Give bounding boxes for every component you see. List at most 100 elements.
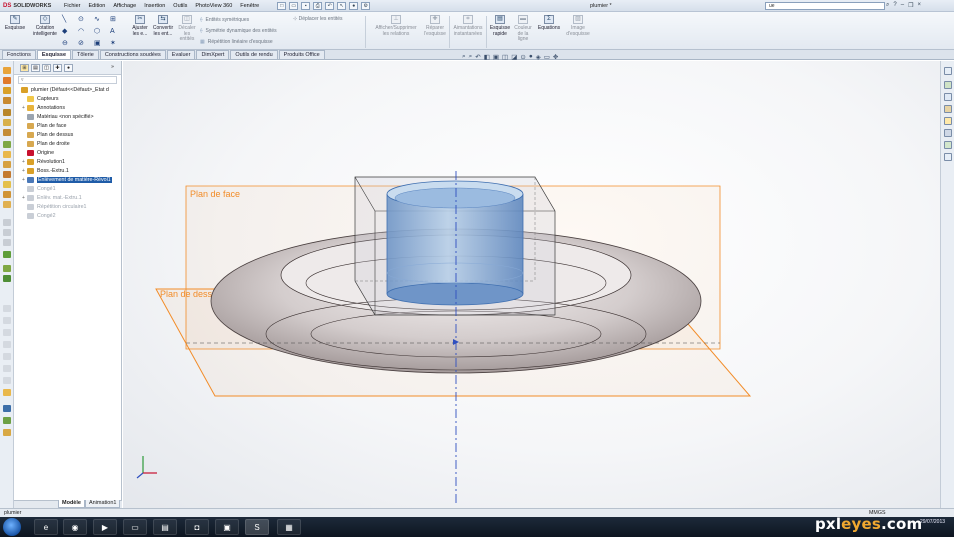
- appearances-icon[interactable]: [944, 117, 952, 125]
- text-icon[interactable]: A: [110, 27, 126, 36]
- cut-sweep-icon[interactable]: [3, 129, 11, 136]
- camera-icon[interactable]: ◘: [185, 519, 209, 535]
- model-view[interactable]: Plan de face Plan de dessus: [123, 61, 940, 508]
- surface-trim-icon[interactable]: [3, 377, 11, 384]
- config-icon[interactable]: ◫: [42, 64, 51, 72]
- tab-evaluer[interactable]: Evaluer: [166, 50, 196, 59]
- shell-icon[interactable]: [3, 191, 11, 198]
- point-icon[interactable]: ▣: [94, 39, 110, 48]
- hide-show-icon[interactable]: ⊙: [520, 53, 525, 61]
- tab-produits-office[interactable]: Produits Office: [278, 50, 325, 59]
- menu-insertion[interactable]: Insertion: [144, 3, 165, 9]
- search-icon[interactable]: ⌕: [886, 2, 889, 9]
- entites-symetriques[interactable]: ⟠ Entités symétriques: [200, 15, 277, 26]
- open-icon[interactable]: ▭: [289, 1, 299, 10]
- resources-icon[interactable]: [944, 67, 952, 75]
- close-icon[interactable]: ×: [917, 2, 921, 9]
- document-icon[interactable]: ▤: [153, 519, 177, 535]
- rebuild-icon[interactable]: ●: [349, 1, 359, 10]
- dimxpert-icon[interactable]: ✚: [53, 64, 62, 72]
- star-icon[interactable]: ✶: [110, 39, 126, 48]
- symetrie-dynamique[interactable]: ⟠ Symétrie dynamique des entités: [200, 26, 277, 37]
- tree-item[interactable]: + Boss.-Extru.1: [16, 166, 121, 175]
- pattern-icon[interactable]: [3, 161, 11, 168]
- spline-icon[interactable]: ∿: [94, 15, 110, 24]
- tree-item[interactable]: + Révolution1: [16, 157, 121, 166]
- couleur-ligne-button[interactable]: ▬ Couleur de la ligne: [512, 15, 534, 43]
- tree-item[interactable]: Répétition circulaire1: [16, 202, 121, 211]
- explorer-icon[interactable]: ▭: [123, 519, 147, 535]
- photo-app-icon[interactable]: ▣: [215, 519, 239, 535]
- menu-affichage[interactable]: Affichage: [113, 3, 136, 9]
- tab-fonctions[interactable]: Fonctions: [2, 50, 36, 59]
- save-icon[interactable]: ▪: [301, 1, 311, 10]
- section-icon[interactable]: ◧: [484, 53, 490, 61]
- tree-filter[interactable]: ▿: [18, 76, 117, 84]
- tab-dimxpert[interactable]: DimXpert: [196, 50, 230, 59]
- zoom-fit-icon[interactable]: ⌕: [462, 53, 466, 61]
- tree-item[interactable]: Plan de face: [16, 121, 121, 130]
- menu-photoview[interactable]: PhotoView 360: [195, 3, 232, 9]
- sweep-icon[interactable]: [3, 87, 11, 94]
- forum-icon[interactable]: [944, 141, 952, 149]
- section-view-icon[interactable]: [3, 405, 11, 412]
- deplacer-button[interactable]: ⊹ Déplacer les entités: [293, 16, 343, 22]
- clock[interactable]: 29/07/2013: [920, 519, 945, 526]
- tree-item[interactable]: Congé1: [16, 184, 121, 193]
- firefox-icon[interactable]: ◉: [63, 519, 87, 535]
- display-icon[interactable]: ●: [64, 64, 73, 72]
- feature-tree-icon[interactable]: ⊞: [20, 64, 29, 72]
- design-library-icon[interactable]: [944, 81, 952, 89]
- tab-esquisse[interactable]: Esquisse: [36, 50, 72, 59]
- hole-wizard-icon[interactable]: [3, 417, 11, 424]
- tree-item[interactable]: Congé2: [16, 211, 121, 220]
- circle-icon[interactable]: ⊙: [78, 15, 94, 24]
- solidworks-logo[interactable]: DS SOLIDWORKS: [0, 3, 64, 9]
- instant3d-icon[interactable]: [3, 389, 11, 396]
- start-button[interactable]: [3, 518, 21, 536]
- previous-view-icon[interactable]: ↶: [475, 53, 480, 61]
- tree-item[interactable]: Plan de droite: [16, 139, 121, 148]
- aimantations-button[interactable]: ⌗ Aimantations instantanées: [450, 15, 486, 37]
- appearance-icon[interactable]: ●: [529, 53, 533, 61]
- tree-item[interactable]: + Enlèv. mat.-Extru.1: [16, 193, 121, 202]
- line-icon[interactable]: ╲: [62, 15, 78, 24]
- dynamic-annot-icon[interactable]: ▣: [493, 53, 499, 61]
- property-icon[interactable]: ▤: [31, 64, 40, 72]
- split-line-icon[interactable]: [3, 275, 11, 282]
- tree-item[interactable]: Plan de dessus: [16, 130, 121, 139]
- media-player-icon[interactable]: ▶: [93, 519, 117, 535]
- repetition-lineaire[interactable]: ▦ Répétition linéaire d'esquisse: [200, 37, 277, 48]
- tree-item[interactable]: Origine: [16, 148, 121, 157]
- cotation-button[interactable]: ◇ Cotation intelligente: [30, 15, 60, 37]
- curve-icon[interactable]: [3, 251, 11, 258]
- reparer-button[interactable]: ✚ Réparer l'esquisse: [422, 15, 448, 37]
- esquisse-button[interactable]: ✎ Esquisse: [2, 15, 28, 32]
- decaler-button[interactable]: ◫ Décaler les entités: [176, 15, 198, 43]
- options-icon[interactable]: ⚙: [361, 1, 371, 10]
- restore-icon[interactable]: ❐: [908, 2, 913, 9]
- select-icon[interactable]: ↖: [337, 1, 347, 10]
- undo-icon[interactable]: ↶: [325, 1, 335, 10]
- move-view-icon[interactable]: ✥: [553, 53, 558, 61]
- tree-item[interactable]: + Annotations: [16, 103, 121, 112]
- convertir-button[interactable]: ⇆ Convertir les ent...: [151, 15, 175, 37]
- wrap-icon[interactable]: [3, 429, 11, 436]
- menu-fichier[interactable]: Fichier: [64, 3, 81, 9]
- menu-fenetre[interactable]: Fenêtre: [240, 3, 259, 9]
- surface-fill-icon[interactable]: [3, 365, 11, 372]
- zoom-area-icon[interactable]: ⌕: [469, 53, 473, 61]
- display-style-icon[interactable]: ◪: [511, 53, 517, 61]
- menu-edition[interactable]: Edition: [89, 3, 106, 9]
- view-settings-icon[interactable]: ▭: [544, 53, 550, 61]
- tree-item[interactable]: plumier (Défaut<<Défaut>_Etat d: [16, 85, 121, 94]
- plane-icon[interactable]: [3, 219, 11, 226]
- tab-constructions-soudees[interactable]: Constructions soudées: [99, 50, 166, 59]
- surface-revolve-icon[interactable]: [3, 317, 11, 324]
- view-orientation-icon[interactable]: ◫: [502, 53, 508, 61]
- afficher-relations-button[interactable]: ⊥ Afficher/Supprimer les relations: [370, 15, 422, 37]
- folder-icon[interactable]: ▦: [277, 519, 301, 535]
- polygon-icon[interactable]: ⬡: [94, 27, 110, 36]
- tree-item[interactable]: + Enlèvement de matière-Révol1: [16, 175, 121, 184]
- file-explorer-icon[interactable]: [944, 93, 952, 101]
